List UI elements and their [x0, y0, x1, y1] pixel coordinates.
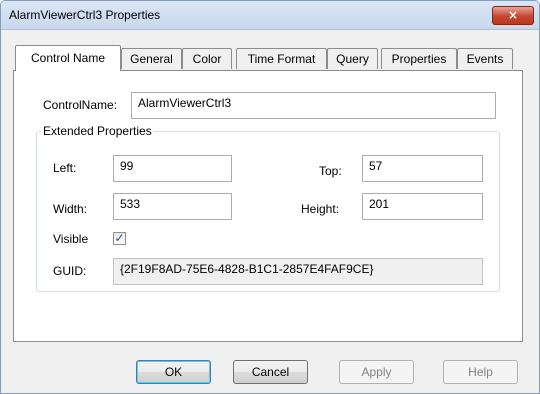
- check-icon: ✓: [114, 231, 125, 245]
- left-label: Left:: [53, 161, 77, 175]
- tab-color[interactable]: Color: [182, 48, 232, 69]
- tab-label: Color: [192, 52, 222, 66]
- width-field[interactable]: 533: [113, 193, 232, 220]
- tab-label: General: [130, 52, 173, 66]
- cancel-button[interactable]: Cancel: [233, 360, 308, 384]
- width-label: Width:: [53, 202, 88, 216]
- control-name-label: ControlName:: [43, 98, 118, 112]
- apply-button[interactable]: Apply: [339, 360, 414, 384]
- tab-label: Events: [466, 52, 504, 66]
- tab-control-name[interactable]: Control Name: [15, 45, 121, 71]
- tab-properties[interactable]: Properties: [381, 48, 457, 69]
- guid-label: GUID:: [53, 264, 87, 278]
- visible-checkbox[interactable]: ✓: [113, 232, 126, 245]
- height-label: Height:: [301, 202, 340, 216]
- tab-time-format[interactable]: Time Format: [236, 48, 327, 69]
- tab-label: Query: [336, 52, 369, 66]
- tab-events[interactable]: Events: [457, 48, 513, 69]
- title-bar[interactable]: AlarmViewerCtrl3 Properties ×: [1, 1, 539, 30]
- ok-button[interactable]: OK: [136, 360, 211, 384]
- tab-label: Time Format: [247, 52, 316, 66]
- close-icon: ×: [507, 8, 519, 22]
- left-field[interactable]: 99: [113, 155, 232, 182]
- height-field[interactable]: 201: [362, 193, 483, 220]
- extended-properties-title: Extended Properties: [41, 124, 154, 138]
- close-button[interactable]: ×: [492, 6, 534, 25]
- top-field[interactable]: 57: [362, 155, 483, 182]
- tab-general[interactable]: General: [121, 48, 182, 69]
- tab-query[interactable]: Query: [327, 48, 378, 69]
- visible-label: Visible: [53, 232, 89, 246]
- control-name-field[interactable]: AlarmViewerCtrl3: [131, 92, 496, 119]
- properties-dialog: AlarmViewerCtrl3 Properties × Control Na…: [0, 0, 540, 394]
- tab-label: Properties: [391, 52, 447, 66]
- guid-field[interactable]: {2F19F8AD-75E6-4828-B1C1-2857E4FAF9CE}: [113, 258, 483, 285]
- top-label: Top:: [319, 164, 342, 178]
- tab-label: Control Name: [30, 51, 106, 65]
- help-button[interactable]: Help: [443, 360, 518, 384]
- window-title: AlarmViewerCtrl3 Properties: [9, 8, 161, 22]
